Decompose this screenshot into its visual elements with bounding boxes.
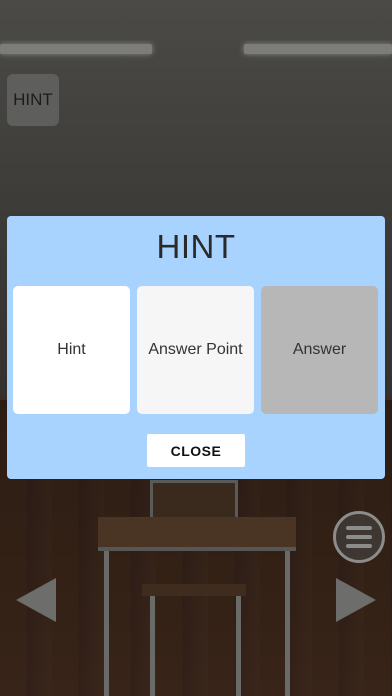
ceiling-light-right (244, 44, 392, 54)
hint-option-button[interactable]: Hint (13, 286, 130, 414)
school-desk[interactable] (98, 517, 296, 551)
chair-leg (236, 596, 241, 696)
dialog-title: HINT (156, 228, 236, 265)
desk-leg (104, 551, 109, 696)
close-button[interactable]: CLOSE (147, 434, 245, 467)
hint-dialog: HINT Hint Answer Point Answer CLOSE (7, 216, 385, 479)
answer-point-option-button[interactable]: Answer Point (137, 286, 254, 414)
arrow-left-icon[interactable] (16, 578, 56, 622)
chair-leg (150, 596, 155, 696)
desk-leg (285, 551, 290, 696)
hint-button[interactable]: HINT (7, 74, 59, 126)
chair-seat[interactable] (142, 584, 246, 596)
answer-option-button[interactable]: Answer (261, 286, 378, 414)
ceiling-light-left (0, 44, 152, 54)
arrow-right-icon[interactable] (336, 578, 376, 622)
hamburger-menu-icon[interactable] (333, 511, 385, 563)
chair-back[interactable] (150, 480, 238, 520)
